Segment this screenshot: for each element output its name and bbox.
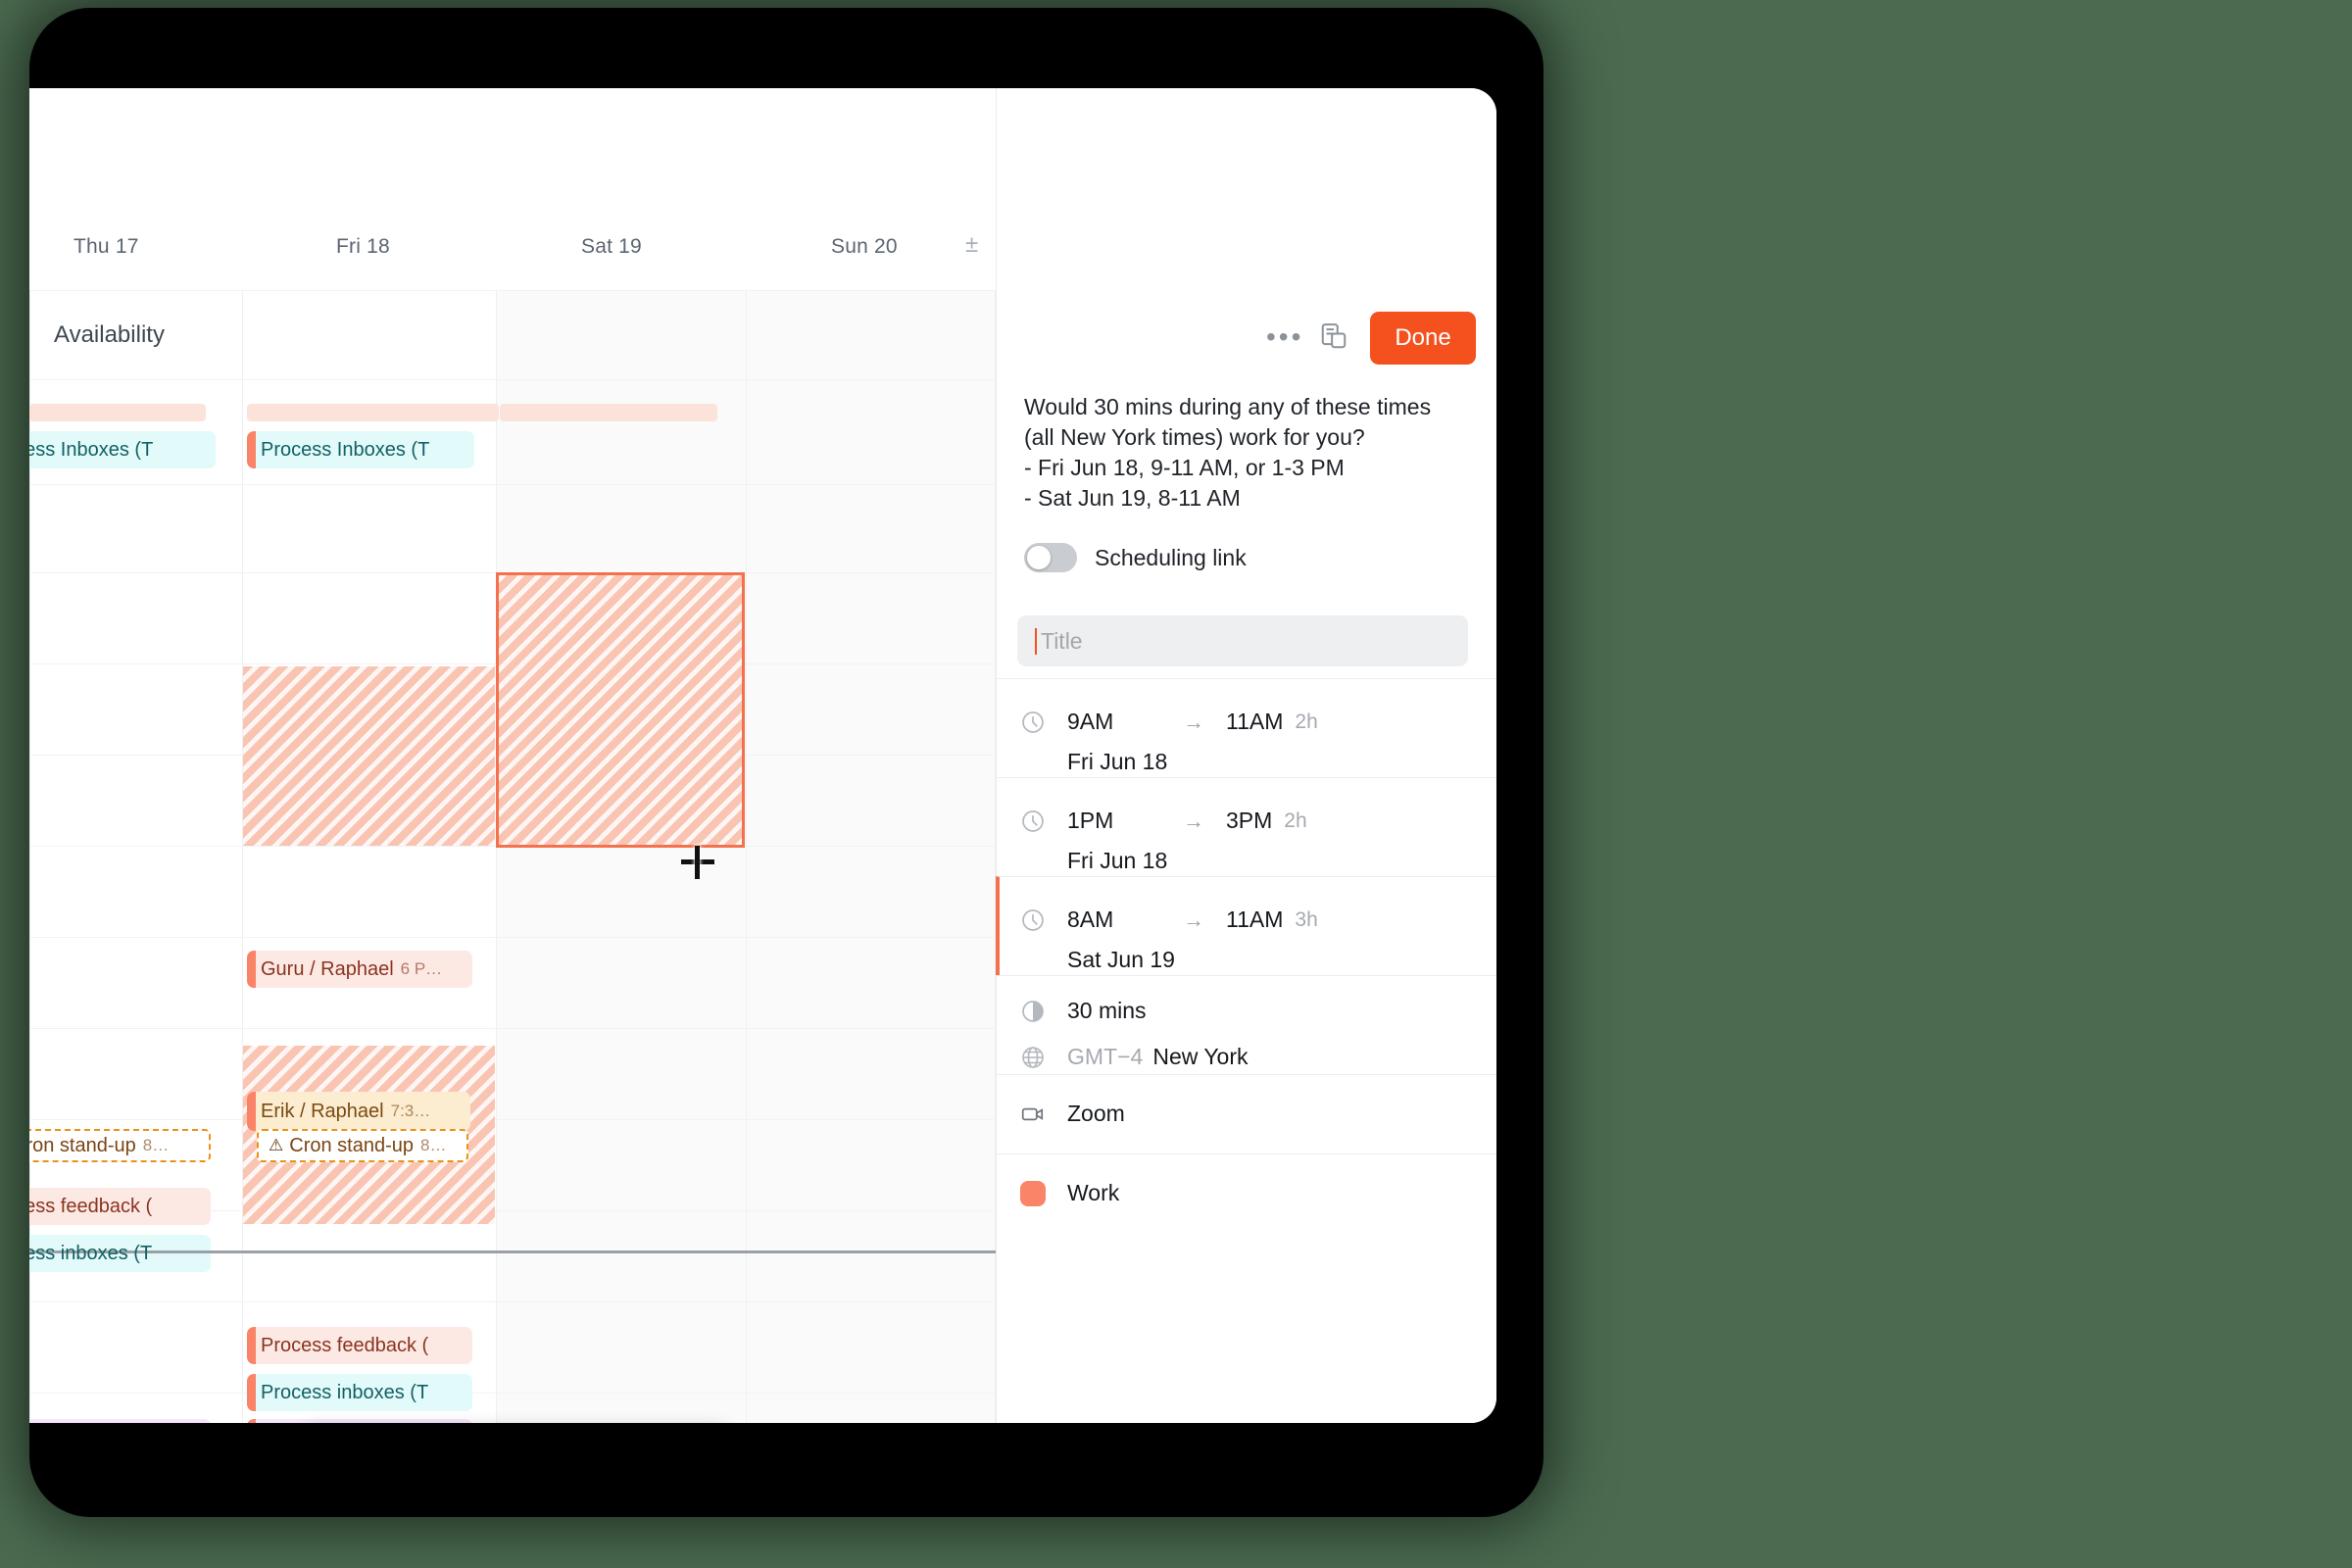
time-slot-row-selected[interactable]: 8AM → 11AM 3h Sat Jun 19 <box>996 876 1496 975</box>
calendar-color-swatch <box>1020 1180 1046 1206</box>
slot-start-time: 8AM <box>1067 906 1114 932</box>
timezone-row[interactable]: GMT−4 New York <box>996 1024 1496 1070</box>
time-slot-row[interactable]: 1PM → 3PM 2h Fri Jun 18 <box>996 777 1496 876</box>
event-time: 7:3… <box>390 1102 431 1120</box>
availability-summary-text: Would 30 mins during any of these times … <box>1024 394 1432 511</box>
video-camera-icon <box>1021 1107 1044 1120</box>
clock-icon <box>1022 809 1044 832</box>
timezone-offset: GMT−4 <box>1067 1044 1144 1069</box>
title-input-wrapper[interactable] <box>1017 615 1468 666</box>
slot-duration: 2h <box>1284 808 1307 832</box>
panel-title: Availability <box>54 321 165 348</box>
event-title: Guru / Raphael <box>261 957 394 980</box>
event-title: ocess inboxes (T <box>29 1242 153 1264</box>
slot-date: Fri Jun 18 <box>1067 848 1168 873</box>
calendar-row[interactable]: Work <box>996 1154 1496 1206</box>
event-title: Process feedback ( <box>261 1334 429 1356</box>
calendar-group: Work <box>996 1153 1496 1233</box>
slot-start-time: 9AM <box>1067 709 1114 734</box>
event-title: Cron stand-up <box>289 1134 414 1156</box>
conference-name: Zoom <box>1067 1101 1125 1126</box>
event-title: Process Inboxes (T <box>261 438 430 461</box>
meeting-duration: 30 mins <box>1067 998 1147 1023</box>
slot-end-time: 11AM <box>1226 906 1284 932</box>
slot-date: Sat Jun 19 <box>1067 947 1175 972</box>
scheduling-link-label: Scheduling link <box>1095 544 1247 570</box>
event-title: ocess feedback ( <box>29 1195 153 1217</box>
duration-row[interactable]: 30 mins <box>996 976 1496 1024</box>
slot-duration: 3h <box>1295 907 1318 931</box>
event-time: 6 P… <box>400 959 443 978</box>
arrow-icon: → <box>1183 808 1204 833</box>
timezone-city: New York <box>1152 1044 1249 1069</box>
slot-end-time: 11AM <box>1226 709 1284 734</box>
event-title: Cron stand-up <box>29 1134 136 1156</box>
event-title: Erik / Raphael <box>261 1100 384 1122</box>
clock-icon <box>1022 710 1044 733</box>
arrow-icon: → <box>1183 906 1204 932</box>
title-input[interactable] <box>1039 626 1435 656</box>
text-caret <box>1035 627 1037 655</box>
meeting-meta-group: 30 mins GMT−4 New York <box>996 975 1496 1074</box>
arrow-icon: → <box>1183 709 1204 734</box>
calendar-name: Work <box>1067 1180 1120 1205</box>
globe-icon <box>1022 1046 1044 1068</box>
conference-row[interactable]: Zoom <box>996 1075 1496 1127</box>
more-options-icon[interactable]: ••• <box>1266 323 1303 351</box>
slot-end-time: 3PM <box>1226 808 1273 833</box>
slot-date: Fri Jun 18 <box>1067 749 1168 774</box>
scheduling-link-toggle[interactable] <box>1024 543 1077 572</box>
event-time: 8… <box>142 1136 170 1154</box>
slot-start-time: 1PM <box>1067 808 1114 833</box>
slot-duration: 2h <box>1295 710 1318 733</box>
event-time: 8… <box>420 1136 447 1154</box>
done-button[interactable]: Done <box>1370 312 1476 365</box>
clock-icon <box>1022 908 1044 931</box>
conference-group: Zoom <box>996 1074 1496 1153</box>
time-slot-row[interactable]: 9AM → 11AM 2h Fri Jun 18 <box>996 678 1496 777</box>
event-title: ocess Inboxes (T <box>29 438 154 461</box>
half-circle-icon <box>1022 1000 1044 1022</box>
duplicate-icon[interactable] <box>1319 321 1348 351</box>
scheduling-link-row[interactable]: Scheduling link <box>1024 543 1247 572</box>
event-title: Process inboxes (T <box>261 1381 429 1403</box>
panel-overlay: Availability ••• Done Would 30 mins duri… <box>29 88 1496 1423</box>
